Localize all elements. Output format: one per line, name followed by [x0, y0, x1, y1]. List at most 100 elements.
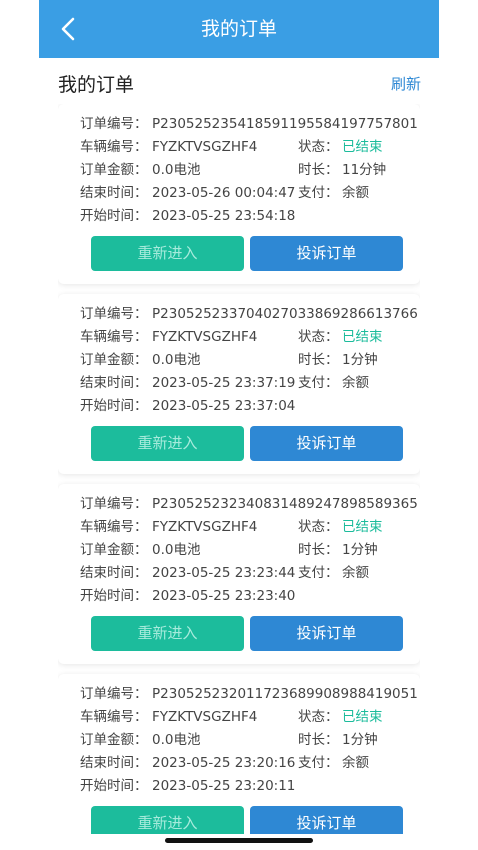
end-time-row: 结束时间： 2023-05-26 00:04:47	[80, 183, 295, 203]
start-time-row: 开始时间： 2023-05-25 23:20:11	[80, 776, 295, 796]
status-label: 状态：	[298, 519, 339, 535]
reenter-button[interactable]: 重新进入	[91, 426, 244, 461]
end-time-value: 2023-05-25 23:23:44	[152, 565, 296, 581]
payment-value: 余额	[342, 755, 369, 771]
reenter-button[interactable]: 重新进入	[91, 806, 244, 834]
payment-row: 支付： 余额	[298, 183, 369, 203]
order-no-label: 订单编号：	[80, 496, 148, 512]
duration-label: 时长：	[298, 732, 339, 748]
end-time-row: 结束时间： 2023-05-25 23:23:44	[80, 563, 295, 583]
complain-order-button[interactable]: 投诉订单	[250, 426, 403, 461]
status-label: 状态：	[298, 329, 339, 345]
amount-row: 订单金额： 0.0电池	[80, 350, 200, 370]
end-time-label: 结束时间：	[80, 375, 148, 391]
vehicle-no-value: FYZKTVSGZHF4	[152, 519, 258, 535]
end-time-label: 结束时间：	[80, 755, 148, 771]
order-no-row: 订单编号： P230525232011723689908988419051	[80, 684, 418, 704]
page-title: 我的订单	[200, 18, 277, 40]
duration-value: 1分钟	[342, 352, 378, 368]
amount-row: 订单金额： 0.0电池	[80, 160, 200, 180]
amount-row: 订单金额： 0.0电池	[80, 540, 200, 560]
amount-row: 订单金额： 0.0电池	[80, 730, 200, 750]
start-time-value: 2023-05-25 23:37:04	[152, 398, 296, 414]
vehicle-no-value: FYZKTVSGZHF4	[152, 709, 258, 725]
amount-label: 订单金额：	[80, 162, 148, 178]
reenter-button[interactable]: 重新进入	[91, 616, 244, 651]
vehicle-no-row: 车辆编号： FYZKTVSGZHF4	[80, 707, 257, 727]
vehicle-no-row: 车辆编号： FYZKTVSGZHF4	[80, 327, 257, 347]
status-badge: 已结束	[342, 329, 383, 345]
start-time-label: 开始时间：	[80, 778, 148, 794]
order-no-label: 订单编号：	[80, 686, 148, 702]
payment-row: 支付： 余额	[298, 373, 369, 393]
vehicle-no-row: 车辆编号： FYZKTVSGZHF4	[80, 517, 257, 537]
order-no-row: 订单编号： P230525233704027033869286613766	[80, 304, 418, 324]
complain-order-button[interactable]: 投诉订单	[250, 236, 403, 271]
amount-label: 订单金额：	[80, 542, 148, 558]
order-card: 订单编号： P230525232340831489247898589365 车辆编…	[58, 484, 420, 664]
payment-row: 支付： 余额	[298, 563, 369, 583]
vehicle-no-label: 车辆编号：	[80, 709, 148, 725]
payment-value: 余额	[342, 375, 369, 391]
vehicle-no-label: 车辆编号：	[80, 519, 148, 535]
end-time-label: 结束时间：	[80, 565, 148, 581]
payment-label: 支付：	[298, 755, 339, 771]
start-time-value: 2023-05-25 23:20:11	[152, 778, 296, 794]
payment-label: 支付：	[298, 375, 339, 391]
start-time-label: 开始时间：	[80, 398, 148, 414]
payment-row: 支付： 余额	[298, 753, 369, 773]
order-no-label: 订单编号：	[80, 116, 148, 132]
status-row: 状态： 已结束	[298, 327, 383, 347]
start-time-row: 开始时间： 2023-05-25 23:54:18	[80, 206, 295, 226]
order-card: 订单编号： P230525233704027033869286613766 车辆编…	[58, 294, 420, 474]
status-row: 状态： 已结束	[298, 707, 383, 727]
amount-value: 0.0电池	[152, 732, 201, 748]
duration-row: 时长： 1分钟	[298, 730, 378, 750]
start-time-value: 2023-05-25 23:54:18	[152, 208, 296, 224]
payment-label: 支付：	[298, 565, 339, 581]
complain-order-button[interactable]: 投诉订单	[250, 616, 403, 651]
vehicle-no-row: 车辆编号： FYZKTVSGZHF4	[80, 137, 257, 157]
complain-order-button[interactable]: 投诉订单	[250, 806, 403, 834]
end-time-value: 2023-05-25 23:37:19	[152, 375, 296, 391]
duration-label: 时长：	[298, 352, 339, 368]
status-row: 状态： 已结束	[298, 137, 383, 157]
amount-label: 订单金额：	[80, 352, 148, 368]
end-time-row: 结束时间： 2023-05-25 23:20:16	[80, 753, 295, 773]
payment-label: 支付：	[298, 185, 339, 201]
order-card: 订单编号： P230525232011723689908988419051 车辆编…	[58, 674, 420, 834]
reenter-button[interactable]: 重新进入	[91, 236, 244, 271]
status-badge: 已结束	[342, 139, 383, 155]
nav-bar: 我的订单	[39, 0, 439, 58]
duration-label: 时长：	[298, 162, 339, 178]
duration-label: 时长：	[298, 542, 339, 558]
amount-value: 0.0电池	[152, 542, 201, 558]
payment-value: 余额	[342, 185, 369, 201]
section-title: 我的订单	[58, 74, 135, 96]
order-no-row: 订单编号： P230525235418591195584197757801	[80, 114, 418, 134]
amount-label: 订单金额：	[80, 732, 148, 748]
order-no-row: 订单编号： P230525232340831489247898589365	[80, 494, 418, 514]
vehicle-no-label: 车辆编号：	[80, 139, 148, 155]
order-card: 订单编号： P230525235418591195584197757801 车辆编…	[58, 104, 420, 284]
duration-row: 时长： 1分钟	[298, 350, 378, 370]
duration-value: 1分钟	[342, 732, 378, 748]
start-time-label: 开始时间：	[80, 588, 148, 604]
home-indicator	[165, 838, 313, 843]
order-no-value: P230525232340831489247898589365	[152, 496, 418, 512]
order-no-value: P230525235418591195584197757801	[152, 116, 418, 132]
status-row: 状态： 已结束	[298, 517, 383, 537]
order-no-label: 订单编号：	[80, 306, 148, 322]
order-no-value: P230525233704027033869286613766	[152, 306, 418, 322]
amount-value: 0.0电池	[152, 352, 201, 368]
start-time-value: 2023-05-25 23:23:40	[152, 588, 296, 604]
status-badge: 已结束	[342, 519, 383, 535]
duration-row: 时长： 1分钟	[298, 540, 378, 560]
section-header: 我的订单 刷新	[39, 58, 439, 104]
order-list[interactable]: 订单编号： P230525235418591195584197757801 车辆编…	[58, 104, 420, 834]
end-time-row: 结束时间： 2023-05-25 23:37:19	[80, 373, 295, 393]
amount-value: 0.0电池	[152, 162, 201, 178]
vehicle-no-value: FYZKTVSGZHF4	[152, 329, 258, 345]
refresh-link[interactable]: 刷新	[391, 73, 421, 94]
duration-row: 时长： 11分钟	[298, 160, 386, 180]
